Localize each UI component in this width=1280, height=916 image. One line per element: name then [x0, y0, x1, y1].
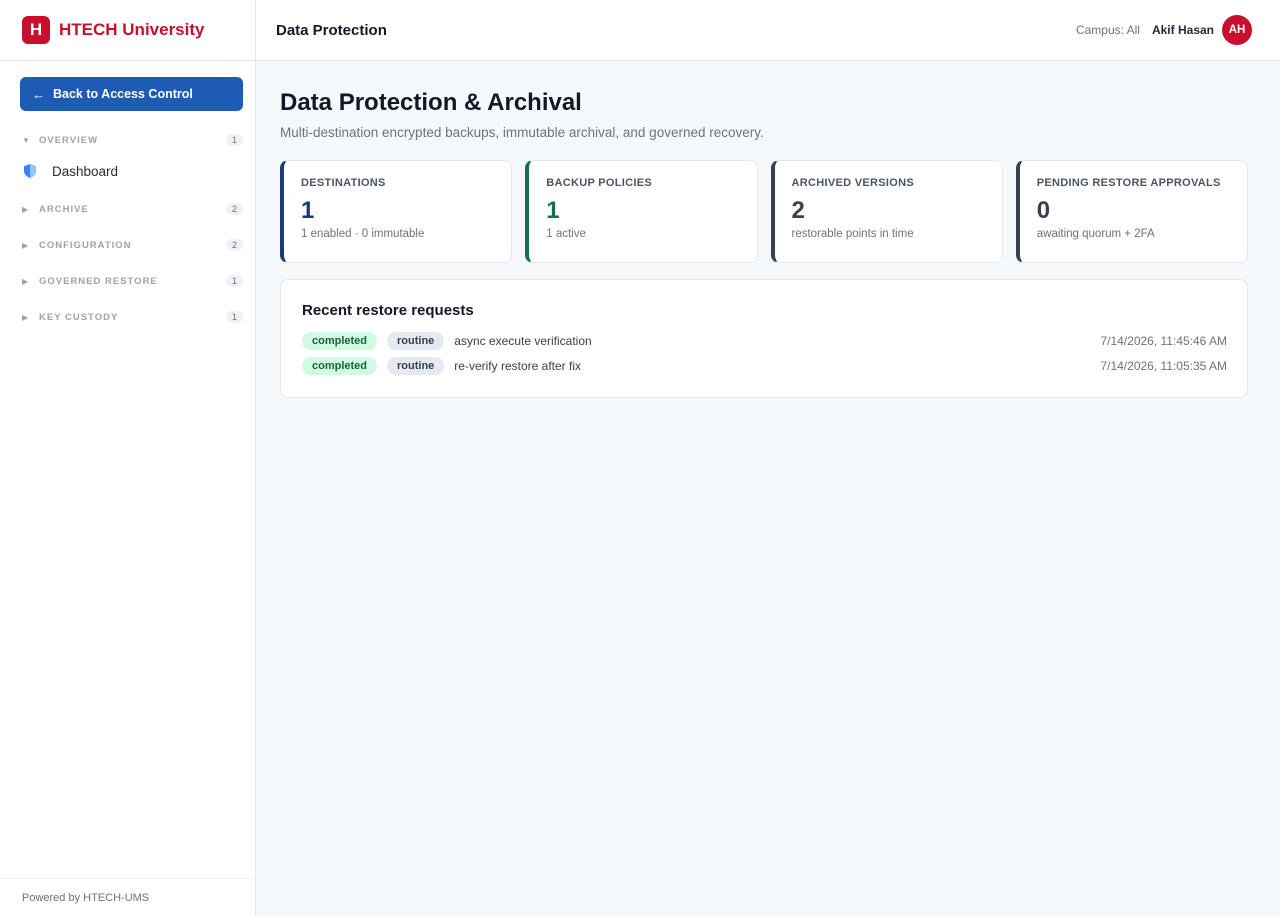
nav-group-count: 2 — [225, 239, 243, 251]
nav-group-count: 1 — [225, 134, 243, 146]
nav-group-count: 1 — [225, 275, 243, 287]
shield-icon — [24, 164, 36, 178]
panel-title: Recent restore requests — [302, 302, 474, 319]
campus-selector[interactable]: Campus: All — [1076, 23, 1140, 37]
stat-card-destinations: DESTINATIONS 1 1 enabled · 0 immutable — [280, 160, 513, 263]
caret-right-icon: ▶ — [22, 276, 29, 286]
nav-group-label: CONFIGURATION — [39, 239, 132, 251]
nav-group-key-custody[interactable]: ▶ KEY CUSTODY 1 — [22, 308, 243, 326]
nav-group-label: OVERVIEW — [39, 134, 99, 146]
avatar[interactable]: AH — [1222, 15, 1252, 45]
page-title: Data Protection & Archival — [280, 89, 582, 116]
request-timestamp: 7/14/2026, 11:05:35 AM — [1100, 358, 1227, 373]
recent-restore-requests-panel: Recent restore requests completed routin… — [280, 279, 1248, 398]
request-description: re-verify restore after fix — [454, 358, 581, 373]
stat-card-value: 1 — [546, 197, 560, 224]
stat-card-sub: restorable points in time — [791, 228, 914, 240]
caret-right-icon: ▶ — [22, 312, 29, 322]
type-badge: routine — [387, 331, 445, 350]
stat-card-label: DESTINATIONS — [301, 177, 386, 189]
stat-card-sub: awaiting quorum + 2FA — [1036, 228, 1155, 240]
sidebar-footer: Powered by HTECH-UMS — [0, 878, 256, 916]
back-button-label: Back to Access Control — [53, 87, 193, 101]
stat-card-value: 0 — [1036, 197, 1051, 224]
nav-group-label: ARCHIVE — [39, 203, 89, 215]
nav-group-configuration[interactable]: ▶ CONFIGURATION 2 — [22, 236, 243, 254]
nav-group-archive[interactable]: ▶ ARCHIVE 2 — [22, 200, 243, 218]
stat-card-value: 2 — [791, 197, 805, 224]
topbar: Data Protection Campus: All Akif Hasan A… — [256, 0, 1280, 61]
list-item[interactable]: completed routine re-verify restore afte… — [302, 356, 1227, 375]
page-name: Data Protection — [276, 21, 387, 39]
request-description: async execute verification — [454, 333, 592, 348]
nav-group-count: 2 — [225, 203, 243, 215]
list-item[interactable]: completed routine async execute verifica… — [302, 331, 1227, 350]
nav-group-label: GOVERNED RESTORE — [39, 275, 158, 287]
stat-card-sub: 1 active — [546, 228, 586, 240]
page-subtitle: Multi-destination encrypted backups, imm… — [280, 125, 764, 140]
caret-right-icon: ▶ — [22, 240, 29, 250]
stat-card-pending-restore-approvals: PENDING RESTORE APPROVALS 0 awaiting quo… — [1015, 160, 1248, 263]
stat-card-value: 1 — [301, 197, 315, 224]
type-badge: routine — [387, 356, 445, 375]
stat-card-backup-policies: BACKUP POLICIES 1 1 active — [525, 160, 758, 263]
nav-group-governed-restore[interactable]: ▶ GOVERNED RESTORE 1 — [22, 272, 243, 290]
brand-name: HTECH University — [59, 20, 205, 39]
stat-cards: DESTINATIONS 1 1 enabled · 0 immutable B… — [280, 160, 1248, 263]
arrow-left-icon: ← — [32, 86, 45, 102]
sidebar-item-dashboard[interactable]: Dashboard — [22, 160, 118, 182]
sidebar-item-label: Dashboard — [52, 163, 119, 179]
stat-card-archived-versions: ARCHIVED VERSIONS 2 restorable points in… — [770, 160, 1003, 263]
stat-card-label: PENDING RESTORE APPROVALS — [1036, 177, 1221, 189]
stat-card-label: ARCHIVED VERSIONS — [791, 177, 914, 189]
nav-group-label: KEY CUSTODY — [39, 311, 119, 323]
caret-right-icon: ▶ — [22, 204, 29, 214]
user-name[interactable]: Akif Hasan — [1152, 23, 1214, 37]
stat-card-label: BACKUP POLICIES — [546, 177, 653, 189]
caret-down-icon: ▼ — [22, 135, 30, 145]
sidebar: H HTECH University ← Back to Access Cont… — [0, 0, 256, 916]
stat-card-sub: 1 enabled · 0 immutable — [301, 228, 425, 240]
main-content: Data Protection & Archival Multi-destina… — [280, 61, 1248, 398]
back-to-access-control-button[interactable]: ← Back to Access Control — [20, 77, 243, 111]
nav-group-overview[interactable]: ▼ OVERVIEW 1 — [22, 131, 243, 149]
brand-logo: H — [22, 16, 50, 44]
brand[interactable]: H HTECH University — [0, 0, 255, 61]
status-badge: completed — [302, 356, 378, 375]
status-badge: completed — [302, 331, 378, 350]
request-timestamp: 7/14/2026, 11:45:46 AM — [1100, 333, 1227, 348]
nav-group-count: 1 — [225, 311, 243, 323]
